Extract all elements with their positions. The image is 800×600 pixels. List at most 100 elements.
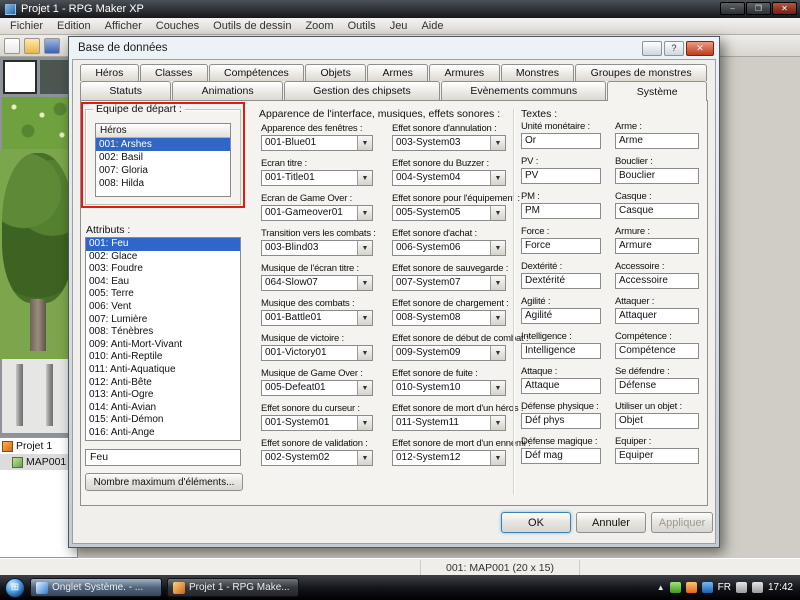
menu-item[interactable]: Fichier <box>3 18 50 34</box>
party-list[interactable]: Héros 001: Arshes 002: Basil 007: Gloria 00… <box>95 123 231 197</box>
tab[interactable]: Classes <box>139 64 208 81</box>
tab[interactable]: Gestion des chipsets <box>283 81 441 100</box>
attribute-list-item[interactable]: 002: Glace <box>86 251 240 264</box>
dropdown-arrow-icon[interactable]: ▼ <box>490 311 505 325</box>
tab[interactable]: Armes <box>367 64 429 81</box>
combo-box[interactable]: 010-System10 ▼ <box>392 380 506 396</box>
tab[interactable]: Groupes de monstres <box>575 64 707 81</box>
dialog-help-button[interactable]: ? <box>664 40 684 56</box>
combo-box[interactable]: 001-Battle01 ▼ <box>261 310 373 326</box>
tray-app-green-icon[interactable] <box>669 582 681 593</box>
combo-box[interactable]: 007-System07 ▼ <box>392 275 506 291</box>
dialog-extra-button[interactable] <box>642 40 662 56</box>
text-input[interactable]: PV <box>521 168 601 184</box>
tab[interactable]: Système <box>607 81 707 101</box>
dropdown-arrow-icon[interactable]: ▼ <box>357 451 372 465</box>
cancel-button[interactable]: Annuler <box>576 512 646 533</box>
combo-box[interactable]: 005-System05 ▼ <box>392 205 506 221</box>
tab[interactable]: Compétences <box>208 64 305 81</box>
taskbar-button[interactable]: Projet 1 - RPG Make... <box>167 578 299 597</box>
apply-button[interactable]: Appliquer <box>651 512 713 533</box>
dropdown-arrow-icon[interactable]: ▼ <box>490 136 505 150</box>
attribute-list-item[interactable]: 007: Lumière <box>86 314 240 327</box>
party-list-item[interactable]: 008: Hilda <box>96 177 230 190</box>
selected-tile[interactable] <box>3 60 37 94</box>
attribute-name-input[interactable]: Feu <box>85 449 241 466</box>
attribute-list-item[interactable]: 001: Feu <box>86 238 240 251</box>
text-input[interactable]: Casque <box>615 203 699 219</box>
tree-item-project[interactable]: Projet 1 <box>0 438 77 454</box>
tab[interactable]: Animations <box>172 81 283 100</box>
menu-item[interactable]: Zoom <box>298 18 340 34</box>
combo-box[interactable]: 006-System06 ▼ <box>392 240 506 256</box>
text-input[interactable]: Défense <box>615 378 699 394</box>
menu-item[interactable]: Outils de dessin <box>206 18 298 34</box>
menu-item[interactable]: Couches <box>149 18 206 34</box>
grass-tiles[interactable] <box>2 97 74 149</box>
text-input[interactable]: Equiper <box>615 448 699 464</box>
dropdown-arrow-icon[interactable]: ▼ <box>490 346 505 360</box>
text-input[interactable]: Accessoire <box>615 273 699 289</box>
dropdown-arrow-icon[interactable]: ▼ <box>357 381 372 395</box>
network-icon[interactable] <box>751 582 763 593</box>
text-input[interactable]: Agilité <box>521 308 601 324</box>
combo-box[interactable]: 001-Gameover01 ▼ <box>261 205 373 221</box>
taskbar-button[interactable]: Onglet Système. - ... <box>30 578 162 597</box>
dropdown-arrow-icon[interactable]: ▼ <box>490 206 505 220</box>
party-list-item[interactable]: 007: Gloria <box>96 164 230 177</box>
combo-box[interactable]: 003-Blind03 ▼ <box>261 240 373 256</box>
combo-box[interactable]: 003-System03 ▼ <box>392 135 506 151</box>
combo-box[interactable]: 012-System12 ▼ <box>392 450 506 466</box>
text-input[interactable]: Arme <box>615 133 699 149</box>
combo-box[interactable]: 008-System08 ▼ <box>392 310 506 326</box>
dropdown-arrow-icon[interactable]: ▼ <box>490 451 505 465</box>
tree-item-map[interactable]: MAP001 <box>0 454 77 470</box>
tab[interactable]: Evènements communs <box>441 81 607 100</box>
tray-app-blue-icon[interactable] <box>701 582 713 593</box>
combo-box[interactable]: 001-Blue01 ▼ <box>261 135 373 151</box>
dropdown-arrow-icon[interactable]: ▼ <box>490 241 505 255</box>
text-input[interactable]: PM <box>521 203 601 219</box>
combo-box[interactable]: 001-Victory01 ▼ <box>261 345 373 361</box>
tab[interactable]: Objets <box>305 64 367 81</box>
dropdown-arrow-icon[interactable]: ▼ <box>490 416 505 430</box>
minimize-button[interactable]: – <box>720 2 745 15</box>
attribute-list-item[interactable]: 006: Vent <box>86 301 240 314</box>
attribute-list-item[interactable]: 012: Anti-Bête <box>86 377 240 390</box>
combo-box[interactable]: 011-System11 ▼ <box>392 415 506 431</box>
combo-box[interactable]: 005-Defeat01 ▼ <box>261 380 373 396</box>
menu-item[interactable]: Aide <box>414 18 450 34</box>
dropdown-arrow-icon[interactable]: ▼ <box>357 136 372 150</box>
tab[interactable]: Armures <box>429 64 500 81</box>
volume-icon[interactable] <box>735 582 747 593</box>
maximize-button[interactable]: ❐ <box>746 2 771 15</box>
menu-item[interactable]: Outils <box>341 18 383 34</box>
combo-box[interactable]: 064-Slow07 ▼ <box>261 275 373 291</box>
combo-box[interactable]: 004-System04 ▼ <box>392 170 506 186</box>
object-tiles[interactable] <box>2 359 74 433</box>
text-input[interactable]: Or <box>521 133 601 149</box>
dropdown-arrow-icon[interactable]: ▼ <box>357 346 372 360</box>
dialog-close-button[interactable]: ✕ <box>686 40 714 56</box>
tab[interactable]: Monstres <box>500 64 575 81</box>
combo-box[interactable]: 001-System01 ▼ <box>261 415 373 431</box>
language-indicator[interactable]: FR <box>718 582 731 593</box>
text-input[interactable]: Objet <box>615 413 699 429</box>
new-project-icon[interactable] <box>4 37 20 54</box>
text-input[interactable]: Force <box>521 238 601 254</box>
attribute-list-item[interactable]: 013: Anti-Ogre <box>86 389 240 402</box>
attribute-list-item[interactable]: 004: Eau <box>86 276 240 289</box>
dropdown-arrow-icon[interactable]: ▼ <box>357 311 372 325</box>
dropdown-arrow-icon[interactable]: ▼ <box>490 381 505 395</box>
text-input[interactable]: Déf mag <box>521 448 601 464</box>
party-list-item[interactable]: 001: Arshes <box>96 138 230 151</box>
save-icon[interactable] <box>44 37 60 54</box>
text-input[interactable]: Attaquer <box>615 308 699 324</box>
dropdown-arrow-icon[interactable]: ▼ <box>357 276 372 290</box>
text-input[interactable]: Dextérité <box>521 273 601 289</box>
menu-item[interactable]: Jeu <box>383 18 415 34</box>
max-elements-button[interactable]: Nombre maximum d'éléments... <box>85 473 243 491</box>
text-input[interactable]: Armure <box>615 238 699 254</box>
attribute-list-item[interactable]: 011: Anti-Aquatique <box>86 364 240 377</box>
dropdown-arrow-icon[interactable]: ▼ <box>357 241 372 255</box>
